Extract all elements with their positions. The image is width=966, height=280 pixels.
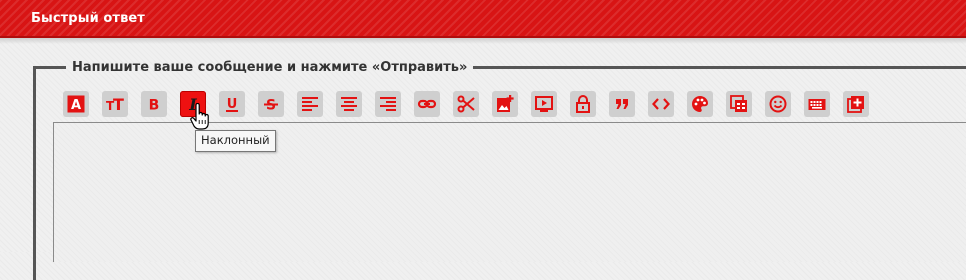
video-icon xyxy=(535,96,553,112)
align-left-button[interactable] xyxy=(297,91,323,117)
strikethrough-button[interactable]: S xyxy=(258,91,284,117)
hand-pointer-cursor xyxy=(190,103,209,130)
add-image-icon xyxy=(497,95,514,112)
align-left-icon xyxy=(302,97,318,111)
quote-icon xyxy=(616,99,628,109)
table-button[interactable] xyxy=(726,91,752,117)
strikethrough-icon: S xyxy=(264,98,278,114)
underline-icon: U xyxy=(226,97,238,112)
insert-video-button[interactable] xyxy=(531,91,557,117)
insert-image-button[interactable] xyxy=(492,91,518,117)
font-size-button[interactable]: TT xyxy=(102,91,128,117)
svg-text:A: A xyxy=(71,98,81,113)
align-right-icon xyxy=(380,97,396,111)
quick-reply-header: Быстрый ответ xyxy=(0,0,966,38)
underline-button[interactable]: U xyxy=(219,91,245,117)
code-icon xyxy=(652,98,670,110)
svg-text:U: U xyxy=(227,97,238,112)
link-icon xyxy=(417,99,437,109)
palette-icon xyxy=(692,96,708,112)
bold-icon: B xyxy=(149,98,160,114)
header-title: Быстрый ответ xyxy=(31,11,145,26)
message-editor[interactable] xyxy=(53,122,966,262)
align-center-icon xyxy=(341,97,357,111)
spoiler-button[interactable] xyxy=(570,91,596,117)
italic-tooltip: Наклонный xyxy=(195,130,276,152)
svg-text:B: B xyxy=(149,98,160,114)
header-shadow xyxy=(0,38,966,44)
smiley-icon xyxy=(769,95,787,113)
align-right-button[interactable] xyxy=(375,91,401,117)
keyboard-icon xyxy=(808,99,826,110)
bold-button[interactable]: B xyxy=(141,91,167,117)
lock-icon xyxy=(576,95,590,113)
add-more-button[interactable] xyxy=(843,91,869,117)
align-center-button[interactable] xyxy=(336,91,362,117)
form-legend: Напишите ваше сообщение и нажмите «Отпра… xyxy=(72,60,468,75)
keyboard-button[interactable] xyxy=(804,91,830,117)
add-box-icon xyxy=(847,96,864,113)
cut-button[interactable] xyxy=(453,91,479,117)
font-color-button[interactable]: A xyxy=(63,91,89,117)
color-palette-button[interactable] xyxy=(687,91,713,117)
code-button[interactable] xyxy=(648,91,674,117)
scissors-icon xyxy=(457,95,475,113)
smilies-button[interactable] xyxy=(765,91,791,117)
svg-text:T: T xyxy=(113,95,124,114)
font-color-icon: A xyxy=(67,95,85,113)
table-icon xyxy=(730,95,747,112)
quote-button[interactable] xyxy=(609,91,635,117)
link-button[interactable] xyxy=(414,91,440,117)
font-size-icon: TT xyxy=(106,95,124,114)
